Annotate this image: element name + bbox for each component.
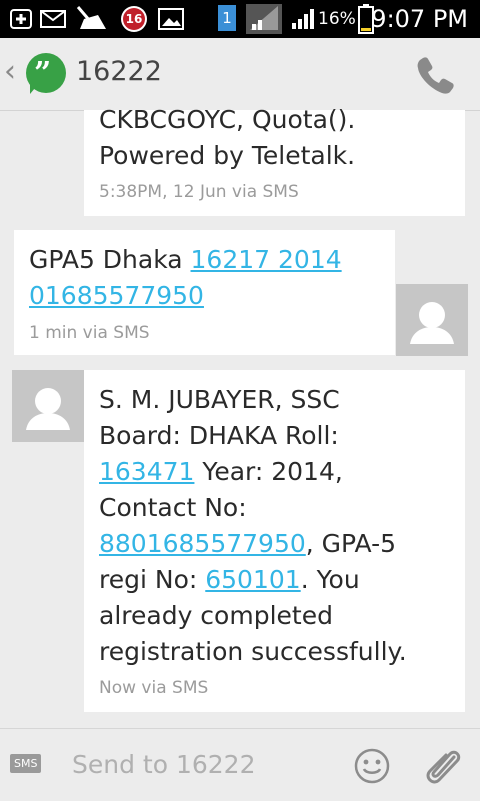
conversation-title: 16222 <box>76 56 162 87</box>
phone-number-link[interactable]: 8801685577950 <box>99 529 306 558</box>
message-line: regi No: 650101. You <box>99 562 360 598</box>
message-line: registration successfully. <box>99 637 407 666</box>
message-line: already completed <box>99 601 333 630</box>
email-icon <box>40 10 66 28</box>
clock: 9:07 PM <box>371 5 468 33</box>
notification-count-badge-inner: 16 <box>123 8 145 30</box>
status-bar: 16 1 16% 9:07 PM <box>0 0 480 38</box>
message-line: Powered by Teletalk. <box>99 141 356 170</box>
message-timestamp: 1 min via SMS <box>29 323 150 343</box>
message-bubble-incoming-2[interactable]: S. M. JUBAYER, SSC Board: DHAKA Roll: 16… <box>84 370 465 712</box>
add-icon <box>10 9 32 29</box>
message-line: Contact No: <box>99 493 247 522</box>
paperclip-icon[interactable] <box>424 745 464 789</box>
sms-transport-badge[interactable]: SMS <box>10 754 42 773</box>
message-line: Board: DHAKA Roll: <box>99 421 339 450</box>
message-line: 8801685577950, GPA-5 <box>99 526 396 562</box>
battery-percent: 16% <box>318 9 356 29</box>
message-line: CKBCGOYC, Quota(). <box>99 105 356 134</box>
sim-slot-icon: 1 <box>218 5 236 31</box>
message-text: , GPA-5 <box>305 529 397 558</box>
image-icon <box>158 8 184 30</box>
message-input[interactable]: Send to 16222 <box>72 750 255 779</box>
message-line: GPA5 Dhaka 16217 2014 <box>29 242 342 278</box>
roll-number-link[interactable]: 16217 2014 <box>191 245 342 274</box>
default-avatar-icon <box>26 388 70 430</box>
phone-number-link[interactable]: 01685577950 <box>29 281 204 310</box>
default-avatar-icon <box>410 302 454 344</box>
message-text: . You <box>300 565 360 594</box>
message-bubble-incoming-1[interactable]: CKBCGOYC, Quota(). Powered by Teletalk. … <box>84 105 465 216</box>
self-avatar[interactable] <box>396 284 468 356</box>
signal-sim2-icon <box>292 9 314 29</box>
message-text: regi No: <box>99 565 206 594</box>
phone-icon[interactable] <box>414 54 454 94</box>
message-text: Year: 2014, <box>194 457 343 486</box>
message-text: GPA5 Dhaka <box>29 245 191 274</box>
message-timestamp: 5:38PM, 12 Jun via SMS <box>99 182 299 202</box>
message-line: S. M. JUBAYER, SSC <box>99 385 340 414</box>
roll-number-link[interactable]: 163471 <box>99 457 194 486</box>
regi-number-link[interactable]: 650101 <box>205 565 300 594</box>
signal-sim1-icon <box>246 4 282 34</box>
message-timestamp: Now via SMS <box>99 678 209 698</box>
broom-icon <box>76 6 106 29</box>
smiley-icon[interactable] <box>354 748 390 784</box>
message-line: 163471 Year: 2014, <box>99 454 343 490</box>
back-button[interactable]: ‹ <box>4 54 16 89</box>
sender-avatar[interactable] <box>12 370 84 442</box>
message-line: 01685577950 <box>29 278 204 314</box>
message-bubble-outgoing[interactable]: GPA5 Dhaka 16217 2014 01685577950 1 min … <box>14 230 395 355</box>
compose-bar: SMS Send to 16222 <box>0 728 480 801</box>
app-bar: ‹ ” 16222 <box>0 38 480 111</box>
